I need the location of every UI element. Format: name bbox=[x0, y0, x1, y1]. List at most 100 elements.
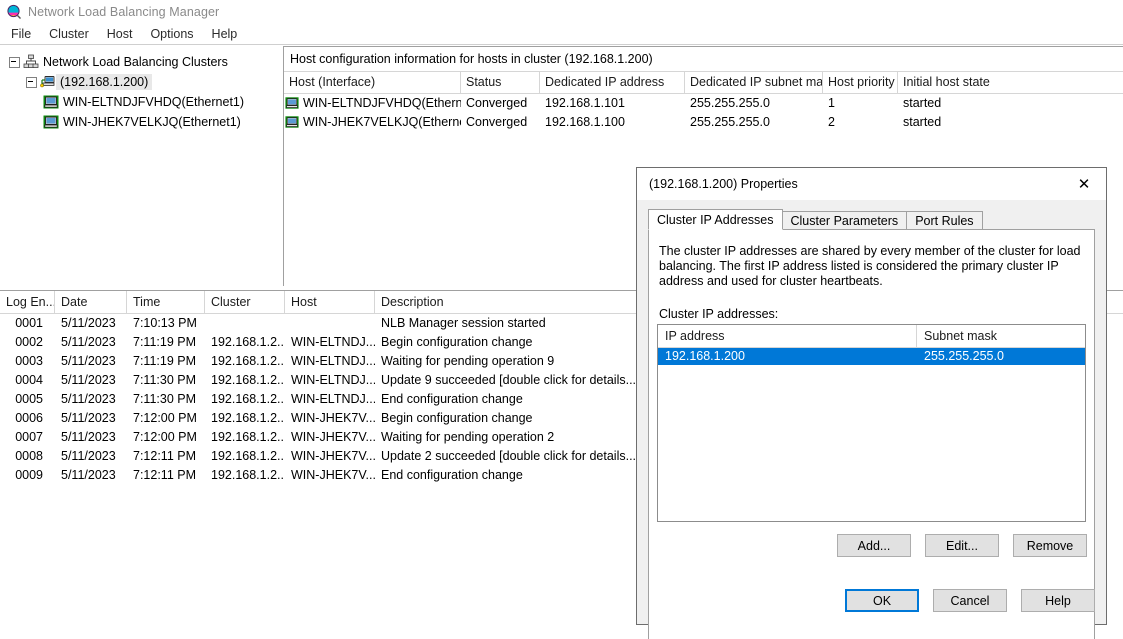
column-header-subnet-mask[interactable]: Subnet mask bbox=[917, 325, 1085, 347]
close-icon[interactable]: ✕ bbox=[1062, 169, 1106, 200]
dialog-title: (192.168.1.200) Properties bbox=[649, 177, 798, 191]
log-cell-entry: 0007 bbox=[0, 428, 55, 447]
cancel-button[interactable]: Cancel bbox=[933, 589, 1007, 612]
log-cell-time: 7:11:19 PM bbox=[127, 352, 205, 371]
title-bar: Network Load Balancing Manager bbox=[0, 0, 1123, 24]
cluster-ip-cell-mask: 255.255.255.0 bbox=[917, 348, 1085, 365]
log-cell-time: 7:11:30 PM bbox=[127, 390, 205, 409]
tree-item-host-2[interactable]: WIN-JHEK7VELKJQ(Ethernet1) bbox=[4, 112, 278, 132]
menu-item-file[interactable]: File bbox=[2, 25, 40, 43]
tree-item-root-label: Network Load Balancing Clusters bbox=[39, 55, 228, 69]
cluster-properties-dialog: (192.168.1.200) Properties ✕ Cluster IP … bbox=[636, 167, 1107, 625]
cluster-ip-item-buttons: Add... Edit... Remove bbox=[637, 534, 1106, 557]
host-cell-initial-state: started bbox=[898, 113, 1123, 132]
log-cell-entry: 0004 bbox=[0, 371, 55, 390]
tree-item-host-1[interactable]: WIN-ELTNDJFVHDQ(Ethernet1) bbox=[4, 92, 278, 112]
menu-item-host[interactable]: Host bbox=[98, 25, 142, 43]
edit-button[interactable]: Edit... bbox=[925, 534, 999, 557]
collapse-cluster-icon[interactable] bbox=[26, 77, 37, 88]
host-cell-initial-state: started bbox=[898, 94, 1123, 113]
host-table-row[interactable]: WIN-JHEK7VELKJQ(Ethernet1) Converged 192… bbox=[284, 113, 1123, 132]
column-header-ip-address[interactable]: IP address bbox=[658, 325, 917, 347]
tree-item-root[interactable]: Network Load Balancing Clusters bbox=[4, 52, 278, 72]
column-header-time[interactable]: Time bbox=[127, 291, 205, 313]
log-cell-date: 5/11/2023 bbox=[55, 352, 127, 371]
column-header-log-entry[interactable]: Log En... bbox=[0, 291, 55, 313]
log-cell-date: 5/11/2023 bbox=[55, 428, 127, 447]
menu-item-cluster[interactable]: Cluster bbox=[40, 25, 98, 43]
column-header-host[interactable]: Host bbox=[285, 291, 375, 313]
log-cell-time: 7:11:30 PM bbox=[127, 371, 205, 390]
cluster-ip-listview[interactable]: IP address Subnet mask 192.168.1.200 255… bbox=[657, 324, 1086, 522]
column-header-initial-state[interactable]: Initial host state bbox=[898, 72, 1123, 93]
log-cell-entry: 0006 bbox=[0, 409, 55, 428]
tab-cluster-parameters[interactable]: Cluster Parameters bbox=[782, 211, 908, 230]
column-header-cluster[interactable]: Cluster bbox=[205, 291, 285, 313]
log-cell-date: 5/11/2023 bbox=[55, 466, 127, 485]
menu-item-help[interactable]: Help bbox=[203, 25, 247, 43]
cluster-ip-list-label: Cluster IP addresses: bbox=[649, 289, 1094, 325]
cluster-ip-cell-address: 192.168.1.200 bbox=[658, 348, 917, 365]
host-cell-status: Converged bbox=[461, 113, 540, 132]
column-header-host-interface[interactable]: Host (Interface) bbox=[284, 72, 461, 93]
collapse-root-icon[interactable] bbox=[9, 57, 20, 68]
log-cell-host: WIN-ELTNDJ... bbox=[285, 333, 375, 352]
log-cell-time: 7:12:00 PM bbox=[127, 428, 205, 447]
log-cell-cluster: 192.168.1.2... bbox=[205, 352, 285, 371]
menu-separator bbox=[0, 44, 1123, 45]
host-cell-status: Converged bbox=[461, 94, 540, 113]
tree-item-cluster-label: (192.168.1.200) bbox=[56, 74, 152, 90]
host-table-row[interactable]: WIN-ELTNDJFVHDQ(Ethern... Converged 192.… bbox=[284, 94, 1123, 113]
dialog-tabstrip: Cluster IP Addresses Cluster Parameters … bbox=[648, 210, 1095, 230]
log-cell-date: 5/11/2023 bbox=[55, 314, 127, 333]
remove-button[interactable]: Remove bbox=[1013, 534, 1087, 557]
add-button[interactable]: Add... bbox=[837, 534, 911, 557]
log-cell-host: WIN-ELTNDJ... bbox=[285, 371, 375, 390]
column-header-subnet-mask[interactable]: Dedicated IP subnet mask bbox=[685, 72, 823, 93]
log-cell-date: 5/11/2023 bbox=[55, 390, 127, 409]
log-cell-entry: 0002 bbox=[0, 333, 55, 352]
host-table-header: Host (Interface) Status Dedicated IP add… bbox=[284, 72, 1123, 94]
log-cell-cluster: 192.168.1.2... bbox=[205, 371, 285, 390]
column-header-dedicated-ip[interactable]: Dedicated IP address bbox=[540, 72, 685, 93]
ok-button[interactable]: OK bbox=[845, 589, 919, 612]
menu-item-options[interactable]: Options bbox=[141, 25, 202, 43]
log-cell-host: WIN-JHEK7V... bbox=[285, 447, 375, 466]
host-cell-subnet-mask: 255.255.255.0 bbox=[685, 94, 823, 113]
cluster-ip-list-row[interactable]: 192.168.1.200 255.255.255.0 bbox=[658, 348, 1085, 365]
dialog-title-bar: (192.168.1.200) Properties ✕ bbox=[637, 168, 1106, 200]
tab-description: The cluster IP addresses are shared by e… bbox=[649, 230, 1094, 289]
host-name-label: WIN-ELTNDJFVHDQ(Ethern... bbox=[303, 94, 461, 113]
log-cell-host: WIN-JHEK7V... bbox=[285, 428, 375, 447]
log-cell-entry: 0003 bbox=[0, 352, 55, 371]
host-cell-name: WIN-ELTNDJFVHDQ(Ethern... bbox=[284, 94, 461, 113]
tree-item-cluster[interactable]: (192.168.1.200) bbox=[4, 72, 278, 92]
host-computer-icon bbox=[43, 94, 59, 110]
help-button[interactable]: Help bbox=[1021, 589, 1095, 612]
host-computer-icon bbox=[43, 114, 59, 130]
log-cell-entry: 0009 bbox=[0, 466, 55, 485]
log-cell-date: 5/11/2023 bbox=[55, 371, 127, 390]
column-header-date[interactable]: Date bbox=[55, 291, 127, 313]
tab-cluster-ip-addresses[interactable]: Cluster IP Addresses bbox=[648, 209, 783, 230]
log-cell-time: 7:11:19 PM bbox=[127, 333, 205, 352]
host-pane-caption: Host configuration information for hosts… bbox=[284, 47, 1123, 72]
log-cell-entry: 0001 bbox=[0, 314, 55, 333]
log-cell-host bbox=[285, 314, 375, 333]
log-cell-cluster: 192.168.1.2... bbox=[205, 390, 285, 409]
log-cell-time: 7:10:13 PM bbox=[127, 314, 205, 333]
log-cell-cluster: 192.168.1.2... bbox=[205, 428, 285, 447]
log-cell-cluster: 192.168.1.2... bbox=[205, 466, 285, 485]
tab-port-rules[interactable]: Port Rules bbox=[906, 211, 982, 230]
log-cell-cluster: 192.168.1.2... bbox=[205, 409, 285, 428]
application-window: Network Load Balancing Manager File Clus… bbox=[0, 0, 1123, 639]
host-name-label: WIN-JHEK7VELKJQ(Ethernet1) bbox=[303, 113, 461, 132]
dialog-action-buttons: OK Cancel Help bbox=[637, 589, 1106, 612]
nlb-globe-icon bbox=[6, 4, 22, 20]
log-cell-entry: 0008 bbox=[0, 447, 55, 466]
host-cell-dedicated-ip: 192.168.1.100 bbox=[540, 113, 685, 132]
host-cell-name: WIN-JHEK7VELKJQ(Ethernet1) bbox=[284, 113, 461, 132]
column-header-status[interactable]: Status bbox=[461, 72, 540, 93]
log-cell-time: 7:12:00 PM bbox=[127, 409, 205, 428]
column-header-host-priority[interactable]: Host priority bbox=[823, 72, 898, 93]
